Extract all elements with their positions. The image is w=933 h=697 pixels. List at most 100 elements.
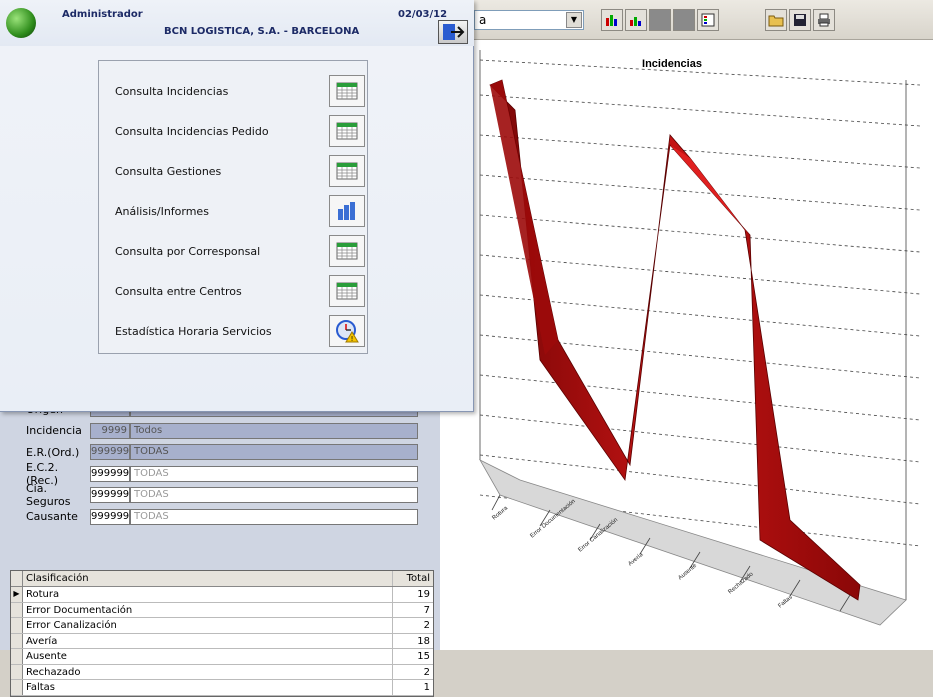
cell-total: 19 <box>417 589 430 600</box>
grid-header: Clasificación Total <box>11 571 433 587</box>
bar-chart-icon[interactable] <box>601 9 623 31</box>
gray-square-icon[interactable] <box>649 9 671 31</box>
cell-total: 15 <box>417 651 430 662</box>
table-row[interactable]: ▶ Rotura 19 <box>11 587 433 603</box>
row-indicator <box>11 602 23 617</box>
menu-item[interactable]: Consulta Incidencias Pedido <box>115 115 365 147</box>
header-clasificacion[interactable]: Clasificación <box>23 571 393 586</box>
bar-chart-2-icon[interactable] <box>625 9 647 31</box>
svg-text:!: ! <box>351 335 354 343</box>
menu-item-label: Consulta entre Centros <box>115 284 242 298</box>
grid-icon[interactable] <box>329 235 365 267</box>
popup-header: Administrador BCN LOGISTICA, S.A. - BARC… <box>0 0 474 46</box>
menu-item-label: Consulta Gestiones <box>115 164 222 178</box>
cell-total: 7 <box>423 604 430 616</box>
cell-total: 1 <box>423 682 430 693</box>
grid-icon[interactable] <box>329 75 365 107</box>
table-row[interactable]: Ausente 15 <box>11 649 433 665</box>
filter-row: Incidencia 9999 Todos <box>10 422 418 440</box>
filter-code-input[interactable]: 999999 <box>90 508 130 525</box>
clock-warning-icon[interactable]: ! <box>329 315 365 347</box>
filter-label: Causante <box>26 510 78 523</box>
filter-label: Incidencia <box>26 424 82 437</box>
menu-item-label: Consulta por Corresponsal <box>115 244 261 258</box>
menu-item[interactable]: Consulta por Corresponsal <box>115 235 365 267</box>
menu-item[interactable]: Consulta Incidencias <box>115 75 365 107</box>
filter-row: Cia. Seguros 999999 TODAS <box>10 482 418 508</box>
filter-label: Cia. Seguros <box>26 482 71 508</box>
incidencias-chart: Incidencias Rotura Error Documentación Err… <box>478 50 921 626</box>
menu-item[interactable]: Consulta Gestiones <box>115 155 365 187</box>
print-icon[interactable] <box>813 9 835 31</box>
cell-clasificacion: Error Documentación <box>23 602 393 617</box>
category-label: Faltas <box>777 594 793 609</box>
row-indicator <box>11 680 23 695</box>
chart-floor <box>478 459 907 626</box>
filter-code-input[interactable]: 999999 <box>90 444 130 460</box>
menu-item-label: Estadística Horaria Servicios <box>115 324 272 338</box>
cell-clasificacion: Rechazado <box>23 664 393 679</box>
current-date: 02/03/12 <box>398 9 448 20</box>
save-icon[interactable] <box>789 9 811 31</box>
filter-row: E.C.2.(Rec.) 999999 TODAS <box>10 461 418 487</box>
menu-item-label: Consulta Incidencias <box>115 84 229 98</box>
category-label: Rotura <box>491 505 509 522</box>
cell-total: 2 <box>423 666 430 678</box>
filter-desc-field: TODAS <box>130 465 418 482</box>
cell-clasificacion: Error Canalización <box>23 618 393 633</box>
bar-chart-icon[interactable] <box>329 195 365 227</box>
chevron-down-icon[interactable]: ▼ <box>566 12 582 28</box>
table-row[interactable]: Error Documentación 7 <box>11 602 433 618</box>
cell-clasificacion: Faltas <box>23 680 393 695</box>
menu-item[interactable]: Consulta entre Centros <box>115 275 365 307</box>
user-name: Administrador <box>62 9 143 20</box>
category-label: Avería <box>627 551 645 567</box>
legend-icon[interactable] <box>697 9 719 31</box>
menu-item-label: Consulta Incidencias Pedido <box>115 124 269 138</box>
filter-label: E.R.(Ord.) <box>26 445 80 459</box>
row-pointer-icon: ▶ <box>11 587 23 602</box>
cell-clasificacion: Rotura <box>23 587 393 602</box>
cell-total: 2 <box>423 620 430 631</box>
filter-row: E.R.(Ord.) 999999 TODAS <box>10 443 418 461</box>
menu-item[interactable]: Estadística Horaria Servicios! <box>115 315 365 347</box>
company-name: BCN LOGISTICA, S.A. - BARCELONA <box>164 26 360 37</box>
filter-row: Causante 999999 TODAS <box>10 508 418 526</box>
menu-item-label: Análisis/Informes <box>115 204 209 218</box>
row-indicator <box>11 633 23 648</box>
category-label: Ausente <box>677 562 698 581</box>
cell-total: 18 <box>417 635 430 647</box>
grid-icon[interactable] <box>329 155 365 187</box>
header-total[interactable]: Total <box>393 571 433 586</box>
chart-panel: Incidencias Rotura Error Documentación Err… <box>440 40 933 650</box>
table-row[interactable]: Error Canalización 2 <box>11 618 433 634</box>
globe-icon <box>6 8 36 38</box>
menu-item[interactable]: Análisis/Informes <box>115 195 365 227</box>
filter-code-input[interactable]: 999999 <box>90 465 130 482</box>
cell-clasificacion: Avería <box>23 633 393 648</box>
filter-desc-field: TODAS <box>130 444 418 460</box>
main-menu-popup: Administrador BCN LOGISTICA, S.A. - BARC… <box>0 0 474 412</box>
grid-icon[interactable] <box>329 275 365 307</box>
filter-desc-field: Todos <box>130 422 418 439</box>
cell-clasificacion: Ausente <box>23 649 393 664</box>
table-row[interactable]: Avería 18 <box>11 633 433 649</box>
table-row[interactable]: Faltas 1 <box>11 680 433 696</box>
row-indicator <box>11 664 23 679</box>
exit-icon[interactable] <box>438 20 468 44</box>
gray-square-2-icon[interactable] <box>673 9 695 31</box>
row-indicator <box>11 649 23 664</box>
chart-type-combo[interactable]: a ▼ <box>474 10 584 30</box>
classification-grid: Clasificación Total ▶ Rotura 19 Error Docum… <box>10 570 434 697</box>
grid-icon[interactable] <box>329 115 365 147</box>
menu-options-box: Consulta Incidencias Consulta Incidencias… <box>98 60 368 354</box>
open-folder-icon[interactable] <box>765 9 787 31</box>
filter-code-input[interactable]: 9999 <box>90 422 130 439</box>
row-indicator <box>11 618 23 633</box>
filter-desc-field: TODAS <box>130 508 418 525</box>
table-row[interactable]: Rechazado 2 <box>11 664 433 680</box>
combo-value: a <box>479 13 487 27</box>
filter-desc-field: TODAS <box>130 487 418 503</box>
filter-code-input[interactable]: 999999 <box>90 487 130 503</box>
chart-title: Incidencias <box>642 58 702 70</box>
